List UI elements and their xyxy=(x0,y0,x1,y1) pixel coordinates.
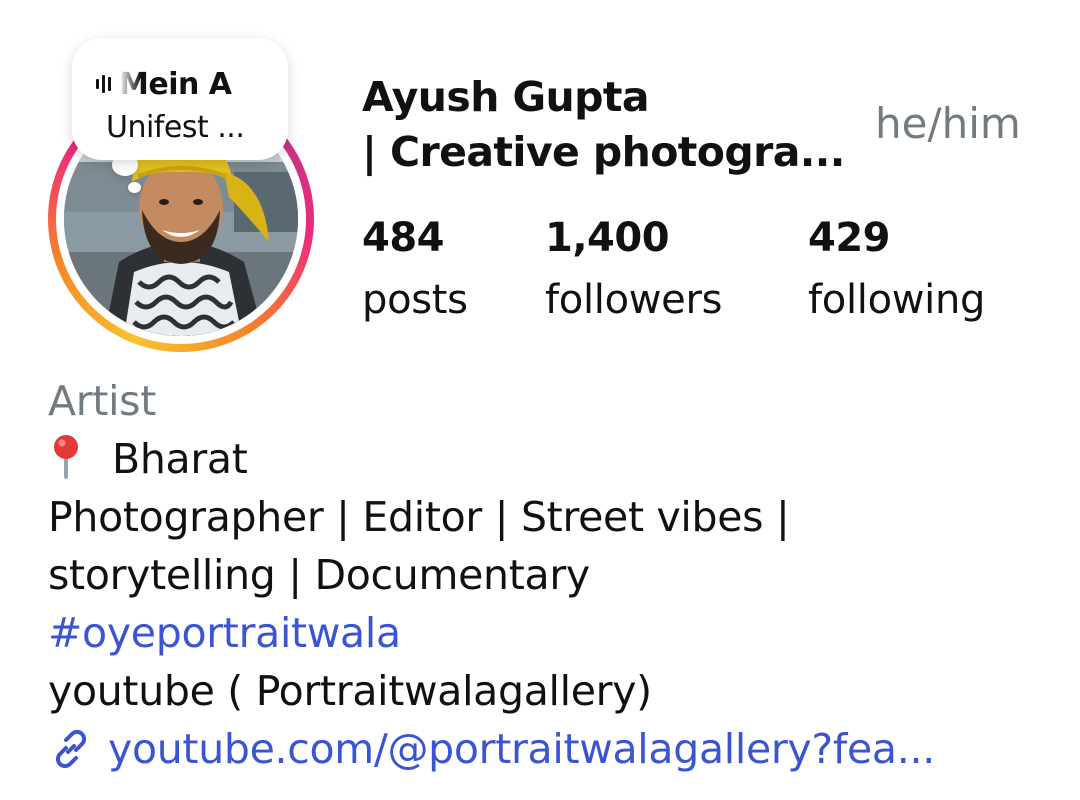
profile-note-bubble[interactable]: Mein A Unifest ... xyxy=(72,38,288,160)
profile-category: Artist xyxy=(48,377,157,425)
posts-label: posts xyxy=(362,277,468,323)
stat-following[interactable]: 429 following xyxy=(808,210,985,328)
link-icon xyxy=(55,729,87,769)
following-count: 429 xyxy=(808,215,891,261)
bio-external-link[interactable]: youtube.com/@portraitwalagallery?fea... xyxy=(48,720,1048,778)
stat-posts[interactable]: 484 posts xyxy=(362,210,468,328)
note-song-row: Mein A xyxy=(96,66,272,102)
location-pin-icon xyxy=(54,435,78,479)
following-label: following xyxy=(808,277,986,323)
bio-hashtag-row: #oyeportraitwala xyxy=(48,604,1048,662)
profile-name-line1: Ayush Gupta xyxy=(362,73,650,121)
profile-name-line2: | Creative photogra... xyxy=(362,128,845,176)
posts-count: 484 xyxy=(362,215,444,261)
profile-name: Ayush Gupta | Creative photogra... xyxy=(362,70,852,180)
note-song-artist: Unifest ... xyxy=(106,110,245,145)
bio-link-text: youtube.com/@portraitwalagallery?fea... xyxy=(108,725,935,773)
music-bars-icon xyxy=(96,75,111,93)
bio-line-1: Photographer | Editor | Street vibes | xyxy=(48,493,790,541)
bio-line-2: storytelling | Documentary xyxy=(48,551,590,599)
bio-line-3: youtube ( Portraitwalagallery) xyxy=(48,667,652,715)
note-song-title: Mein A xyxy=(119,66,232,102)
profile-bio: Artist Bharat Photographer | Editor | St… xyxy=(48,372,1048,778)
stat-followers[interactable]: 1,400 followers xyxy=(545,210,722,328)
note-bubble-tail-dot xyxy=(128,182,141,193)
profile-pronouns: he/him xyxy=(875,99,1021,148)
bio-hashtag-link[interactable]: #oyeportraitwala xyxy=(48,604,401,662)
bio-location: Bharat xyxy=(112,435,248,483)
bio-location-row: Bharat xyxy=(48,430,1048,488)
followers-count: 1,400 xyxy=(545,215,670,261)
followers-label: followers xyxy=(545,277,723,323)
